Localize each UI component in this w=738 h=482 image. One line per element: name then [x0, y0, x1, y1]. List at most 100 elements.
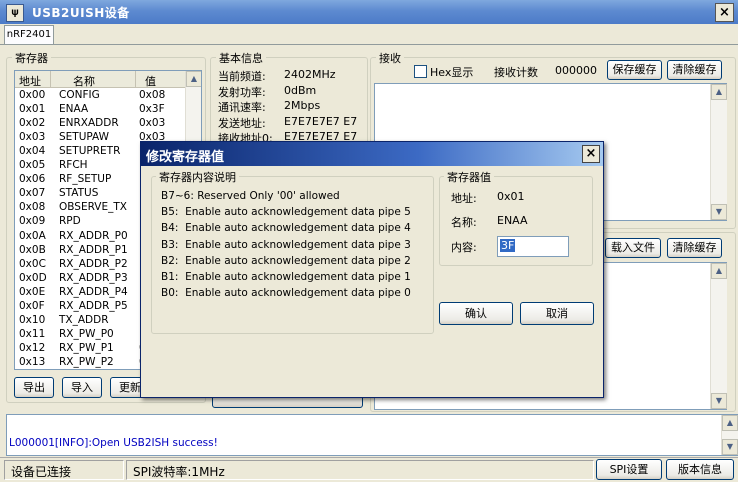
register-name: OBSERVE_TX	[59, 201, 127, 214]
version-info-button[interactable]: 版本信息	[666, 459, 734, 480]
register-description-label: 寄存器内容说明	[156, 169, 239, 185]
export-button[interactable]: 导出	[14, 377, 54, 398]
ok-button[interactable]: 确认	[439, 302, 513, 325]
scroll-down-icon[interactable]: ▼	[711, 204, 727, 220]
register-address: 0x11	[19, 327, 46, 340]
info-label: 当前频道:	[218, 70, 266, 83]
register-address: 0x0E	[19, 285, 46, 298]
register-name: RX_PW_P0	[59, 327, 114, 340]
register-name: TX_ADDR	[59, 313, 109, 326]
receive-scrollbar[interactable]: ▲ ▼	[710, 84, 727, 220]
scroll-down-icon[interactable]: ▼	[722, 439, 738, 455]
name-value: ENAA	[497, 214, 528, 227]
register-address: 0x10	[19, 313, 46, 326]
info-value: 0dBm	[284, 83, 317, 97]
register-address: 0x06	[19, 173, 46, 186]
dialog-close-button[interactable]: ×	[582, 145, 600, 163]
register-address: 0x03	[19, 131, 46, 144]
column-header-name[interactable]: 名称	[73, 73, 95, 89]
register-address: 0x00	[19, 89, 46, 101]
description-line: B1: Enable auto acknowledgement data pip…	[161, 271, 411, 283]
register-address: 0x0A	[19, 229, 46, 242]
info-value: E7E7E7E7 E7	[284, 114, 358, 128]
scroll-up-icon[interactable]: ▲	[711, 84, 727, 100]
spi-settings-button[interactable]: SPI设置	[596, 459, 662, 480]
register-address: 0x08	[19, 201, 46, 214]
register-name: RPD	[59, 215, 81, 228]
column-divider	[135, 71, 136, 87]
scroll-down-icon[interactable]: ▼	[711, 393, 727, 409]
register-address: 0x07	[19, 187, 46, 200]
save-cache-button[interactable]: 保存缓存	[607, 60, 662, 80]
address-value: 0x01	[497, 190, 525, 203]
clear-send-cache-button[interactable]: 清除缓存	[667, 238, 722, 258]
send-scrollbar[interactable]: ▲ ▼	[710, 263, 727, 409]
title-bar: 𝛙 USB2UISH设备 ×	[0, 0, 738, 24]
connection-status-panel: 设备已连接	[4, 460, 124, 480]
register-address: 0x09	[19, 215, 46, 228]
registers-group-label: 寄存器	[12, 50, 51, 66]
log-scrollbar[interactable]: ▲ ▼	[721, 415, 738, 455]
register-name: RX_ADDR_P0	[59, 229, 128, 242]
window-close-button[interactable]: ×	[715, 3, 734, 22]
scroll-up-icon[interactable]: ▲	[722, 415, 738, 431]
register-address: 0x0C	[19, 257, 46, 270]
receive-count-value: 000000	[555, 64, 597, 77]
window-title: USB2UISH设备	[32, 6, 130, 20]
log-area[interactable]: L000001[INFO]:Open USB2ISH success! ▲ ▼	[6, 414, 738, 456]
register-value: 0x3F	[139, 103, 165, 116]
register-name: CONFIG	[59, 89, 100, 101]
register-name: STATUS	[59, 187, 99, 200]
register-name: ENAA	[59, 103, 89, 116]
description-line: B0: Enable auto acknowledgement data pip…	[161, 287, 411, 300]
info-value: 2402MHz	[284, 68, 336, 81]
column-divider	[50, 71, 51, 87]
register-list-header: 地址 名称 值	[15, 71, 185, 88]
register-address: 0x0F	[19, 299, 45, 312]
content-input[interactable]: 3F	[497, 236, 569, 257]
info-label: 通讯速率:	[218, 101, 266, 114]
basic-info-lines: 当前频道: 2402MHz 发射功率: 0dBm 通讯速率: 2Mbps 发送地址: E7E7…	[218, 68, 364, 144]
column-header-value[interactable]: 值	[145, 73, 156, 89]
description-line: B2: Enable auto acknowledgement data pip…	[161, 254, 411, 267]
register-name: RF_SETUP	[59, 173, 112, 186]
spi-rate: SPI波特率:1MHz	[133, 465, 225, 479]
register-value: 0x03	[139, 117, 166, 130]
register-row[interactable]: 0x01 ENAA 0x3F	[15, 102, 185, 117]
status-bar: 设备已连接 SPI波特率:1MHz SPI设置 版本信息	[0, 457, 738, 482]
address-label: 地址:	[451, 192, 477, 205]
info-label: 发射功率:	[218, 85, 266, 99]
register-name: RX_ADDR_P1	[59, 243, 128, 256]
cancel-button[interactable]: 取消	[520, 302, 594, 325]
clear-receive-cache-button[interactable]: 清除缓存	[667, 60, 722, 80]
register-name: RX_PW_P1	[59, 341, 114, 354]
register-name: SETUPAW	[59, 131, 110, 144]
dialog-title-bar: 修改寄存器值 ×	[141, 142, 603, 166]
connection-status: 设备已连接	[11, 465, 72, 479]
dialog-title: 修改寄存器值	[146, 150, 225, 165]
log-line: L000001[INFO]:Open USB2ISH success!	[9, 437, 218, 449]
description-line: B3: Enable auto acknowledgement data pip…	[161, 238, 411, 251]
column-header-address[interactable]: 地址	[19, 73, 41, 89]
import-button[interactable]: 导入	[62, 377, 102, 398]
scroll-up-icon[interactable]: ▲	[711, 263, 727, 279]
register-address: 0x13	[19, 355, 46, 368]
register-address: 0x01	[19, 103, 46, 116]
register-name: RX_ADDR_P2	[59, 257, 128, 270]
register-address: 0x02	[19, 117, 46, 130]
register-row[interactable]: 0x02 ENRXADDR 0x03	[15, 116, 185, 131]
register-name: RX_PW_P2	[59, 355, 114, 368]
content-label: 内容:	[451, 241, 477, 254]
tab-nrf2401[interactable]: nRF2401	[4, 25, 54, 44]
description-line: B5: Enable auto acknowledgement data pip…	[161, 206, 411, 219]
hex-display-checkbox[interactable]	[414, 65, 427, 78]
receive-group-label: 接收	[376, 50, 404, 66]
hex-display-label: Hex显示	[430, 66, 474, 79]
register-value: 0x08	[139, 89, 166, 101]
register-row[interactable]: 0x00 CONFIG 0x08	[15, 88, 185, 103]
basic-info-group-label: 基本信息	[216, 50, 266, 66]
scroll-up-icon[interactable]: ▲	[186, 71, 201, 87]
register-name: ENRXADDR	[59, 117, 119, 130]
receive-count-label: 接收计数	[494, 66, 538, 79]
load-file-button[interactable]: 载入文件	[605, 238, 661, 258]
